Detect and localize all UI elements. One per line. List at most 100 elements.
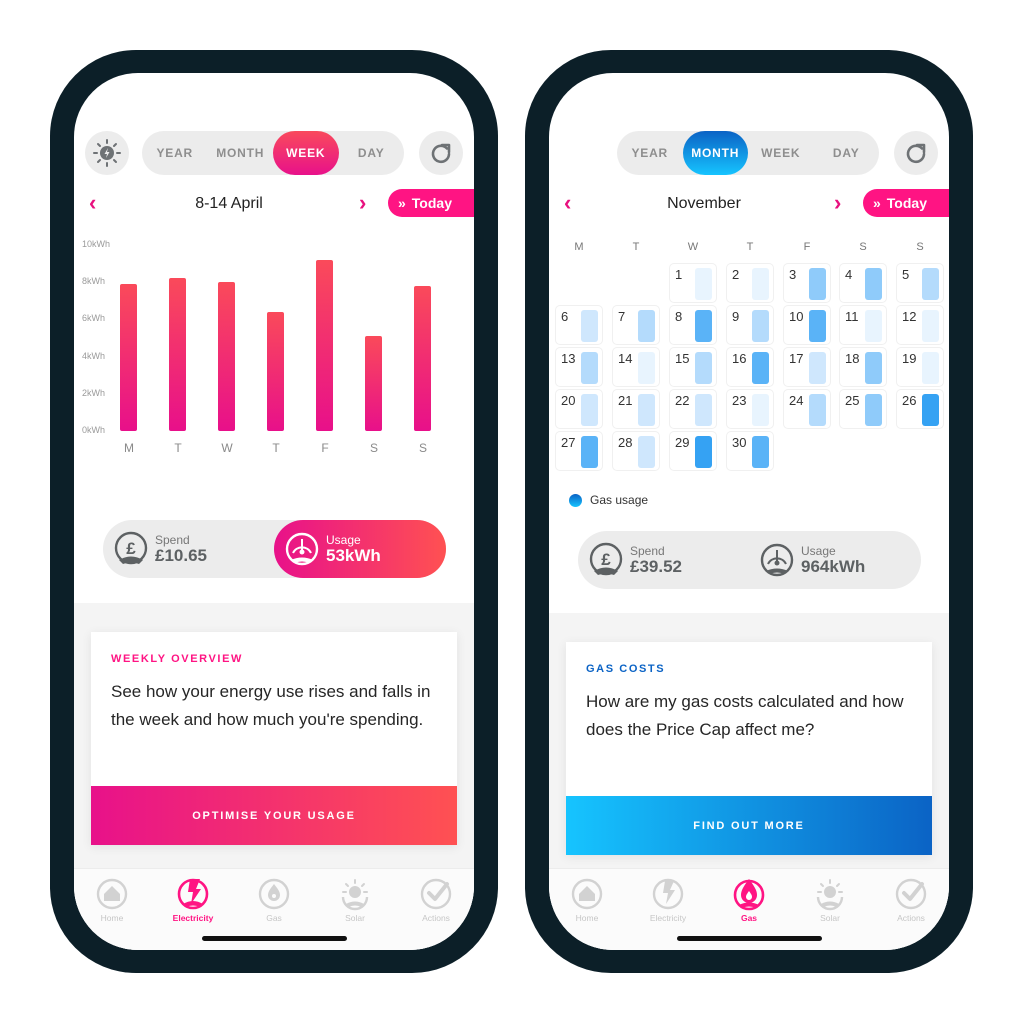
calendar-day[interactable]: 19 [896,347,944,387]
chevron-left-icon[interactable]: ‹ [89,192,96,214]
bar-1[interactable] [169,278,186,431]
day-number: 27 [561,435,576,450]
day-number: 13 [561,351,576,366]
day-number: 10 [789,309,804,324]
tab-solar[interactable]: Solar [794,877,866,923]
month-title: November [667,195,741,212]
today-button[interactable]: » Today [388,189,474,217]
x-tick-label: T [174,441,182,455]
period-tab-day[interactable]: DAY [339,131,405,175]
calendar-day[interactable]: 2 [726,263,774,303]
solar-button[interactable] [85,131,129,175]
spend-value: £39.52 [630,556,682,576]
calendar-day[interactable]: 20 [555,389,603,429]
day-number: 15 [675,351,690,366]
calendar-day[interactable]: 8 [669,305,717,345]
y-tick-label: 8kWh [82,276,106,287]
tab-home[interactable]: Home [551,877,623,923]
calendar-day[interactable]: 4 [839,263,887,303]
bar-4[interactable] [316,259,333,431]
period-tab-month[interactable]: MONTH [682,131,748,175]
calendar-day[interactable]: 26 [896,389,944,429]
refresh-icon [431,143,451,164]
calendar-day[interactable]: 12 [896,305,944,345]
checkmark-icon [895,878,927,910]
calendar-day[interactable]: 22 [669,389,717,429]
tab-actions[interactable]: Actions [875,877,947,923]
calendar-day[interactable]: 28 [612,431,660,471]
tab-electricity[interactable]: Electricity [157,877,229,923]
weekly-overview-card: WEEKLY OVERVIEW See how your energy use … [91,632,457,845]
tab-label: Actions [422,913,450,923]
calendar-day[interactable]: 3 [783,263,831,303]
usage-level-indicator [638,352,655,384]
usage-summary[interactable]: Usage 53kWh [274,520,446,578]
tab-gas[interactable]: Gas [713,877,785,923]
chevron-left-icon[interactable]: ‹ [564,192,571,214]
calendar-day[interactable]: 21 [612,389,660,429]
y-tick-label: 4kWh [82,350,106,361]
calendar-day[interactable]: 13 [555,347,603,387]
svg-text:£: £ [601,550,611,569]
calendar-day[interactable]: 14 [612,347,660,387]
tab-electricity[interactable]: Electricity [632,877,704,923]
calendar-day[interactable]: 5 [896,263,944,303]
calendar-day[interactable]: 15 [669,347,717,387]
optimise-usage-button[interactable]: OPTIMISE YOUR USAGE [91,786,457,845]
gas-screen: YEAR MONTH WEEK DAY ‹ November › » Today… [549,73,949,950]
svg-text:£: £ [126,539,136,558]
period-tab-week[interactable]: WEEK [748,131,814,175]
period-tab-week[interactable]: WEEK [273,131,339,175]
spend-summary[interactable]: £ Spend £10.65 [113,520,273,578]
bar-3[interactable] [267,311,284,431]
calendar-day[interactable]: 23 [726,389,774,429]
refresh-button[interactable] [894,131,938,175]
usage-level-indicator [581,352,598,384]
calendar-day[interactable]: 27 [555,431,603,471]
tab-actions[interactable]: Actions [400,877,472,923]
calendar-day[interactable]: 30 [726,431,774,471]
calendar-day[interactable]: 7 [612,305,660,345]
weekday-label: T [746,241,754,253]
spend-label: Spend [155,532,190,547]
period-tab-year[interactable]: YEAR [142,131,208,175]
period-selector: YEAR MONTH WEEK DAY [617,131,879,175]
home-indicator[interactable] [677,936,822,941]
date-navigation: ‹ 8-14 April › » Today [74,189,474,219]
calendar-day[interactable]: 11 [839,305,887,345]
day-number: 14 [618,351,633,366]
period-tab-day[interactable]: DAY [814,131,880,175]
find-out-more-button[interactable]: FIND OUT MORE [566,796,932,855]
refresh-button[interactable] [419,131,463,175]
tab-solar[interactable]: Solar [319,877,391,923]
today-button[interactable]: » Today [863,189,949,217]
calendar-day[interactable]: 16 [726,347,774,387]
chevron-right-icon[interactable]: › [834,192,841,214]
home-indicator[interactable] [202,936,347,941]
weekday-label: W [687,241,699,253]
usage-summary[interactable]: Usage 964kWh [759,531,919,589]
chevron-right-icon[interactable]: › [359,192,366,214]
calendar-day[interactable]: 1 [669,263,717,303]
calendar-day[interactable]: 17 [783,347,831,387]
y-tick-label: 10kWh [82,239,111,249]
bar-0[interactable] [120,284,137,431]
calendar-day[interactable]: 10 [783,305,831,345]
calendar-day[interactable]: 18 [839,347,887,387]
day-number: 3 [789,267,797,282]
calendar-day[interactable]: 9 [726,305,774,345]
period-tab-year[interactable]: YEAR [617,131,683,175]
calendar-day[interactable]: 29 [669,431,717,471]
calendar-day[interactable]: 24 [783,389,831,429]
bar-5[interactable] [365,336,382,431]
calendar-day[interactable]: 25 [839,389,887,429]
bottom-tab-bar: Home Electricity Gas Solar Actions [74,868,474,950]
bar-6[interactable] [414,285,431,431]
calendar-day[interactable]: 6 [555,305,603,345]
tab-home[interactable]: Home [76,877,148,923]
period-tab-month[interactable]: MONTH [208,131,274,175]
tab-gas[interactable]: Gas [238,877,310,923]
day-number: 7 [618,309,626,324]
spend-summary[interactable]: £ Spend £39.52 [588,531,748,589]
bar-2[interactable] [218,282,235,431]
